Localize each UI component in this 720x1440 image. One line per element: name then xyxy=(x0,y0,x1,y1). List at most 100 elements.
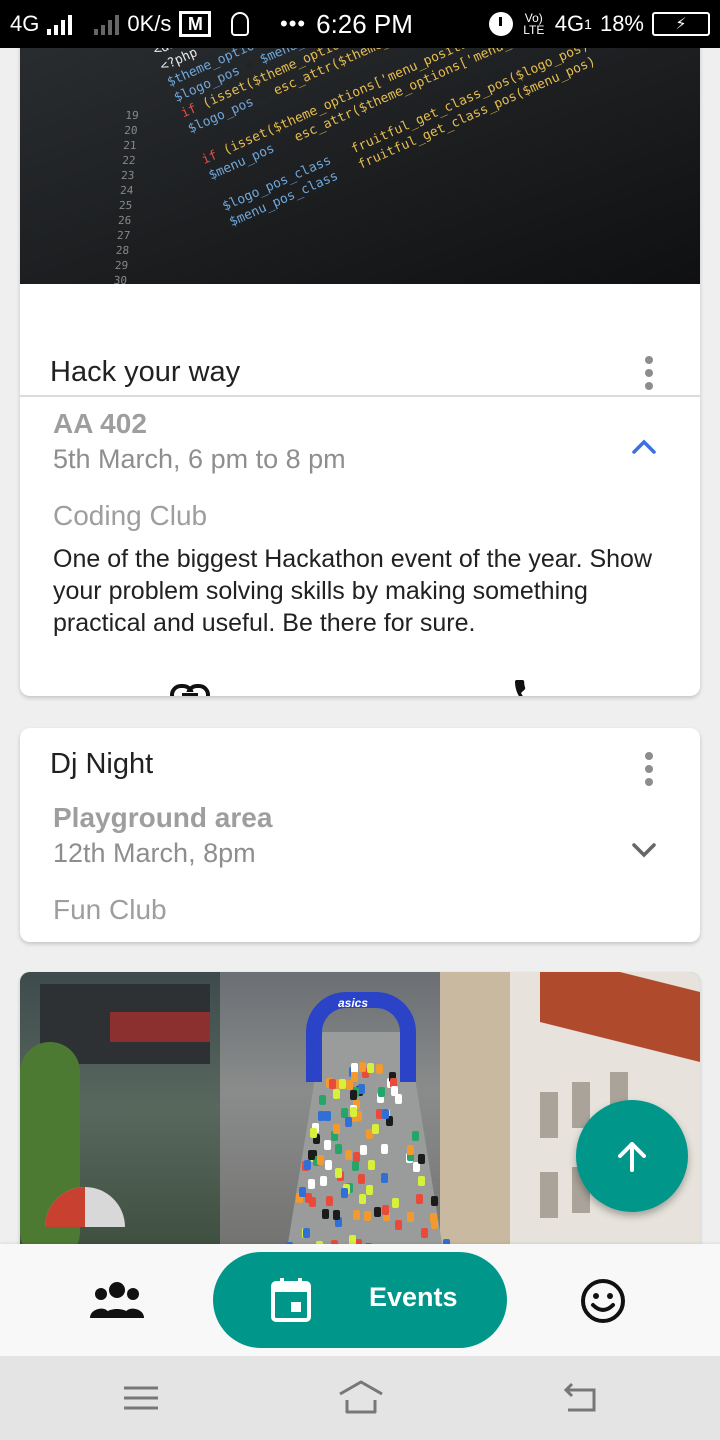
runner-figure xyxy=(380,1172,388,1183)
runner-figure xyxy=(317,1154,325,1165)
network-type-right: 4G xyxy=(554,11,585,36)
runner-figure xyxy=(381,1144,389,1155)
smiley-icon[interactable] xyxy=(580,1278,626,1324)
runner-figure xyxy=(371,1123,379,1134)
runner-figure xyxy=(382,1108,390,1119)
runner-figure xyxy=(430,1212,438,1223)
runner-figure xyxy=(382,1205,390,1216)
runner-figure xyxy=(358,1174,366,1185)
runner-figure xyxy=(333,1123,341,1134)
bulb-icon xyxy=(231,12,250,36)
runner-figure xyxy=(417,1176,425,1187)
alarm-icon xyxy=(488,12,513,36)
event-datetime: 5th March, 6 pm to 8 pm xyxy=(53,444,346,474)
runner-figure xyxy=(350,1090,358,1101)
runner-figure xyxy=(406,1212,414,1223)
runner-figure xyxy=(308,1197,316,1208)
runner-figure xyxy=(308,1150,316,1161)
runner-figure xyxy=(364,1210,372,1221)
runner-figure xyxy=(377,1087,385,1098)
more-vert-icon[interactable] xyxy=(642,752,656,786)
link-icon[interactable] xyxy=(169,683,211,696)
system-navigation-bar xyxy=(0,1356,720,1440)
chevron-up-icon[interactable] xyxy=(629,432,659,462)
bottom-navigation: Events xyxy=(0,1244,720,1356)
event-cover-image: 192021222324252627282930313233 <?php wp_… xyxy=(20,48,700,284)
runner-figure xyxy=(358,1083,366,1094)
runner-figure xyxy=(323,1139,331,1150)
nav-events-label: Events xyxy=(369,1282,458,1312)
event-card[interactable]: asics xyxy=(20,972,700,1244)
status-bar: 4G 0K/s M ••• 6:26 PM Vo) LTE 4G 1 18% ⚡ xyxy=(0,0,720,48)
event-club: Coding Club xyxy=(53,500,208,531)
chevron-down-icon[interactable] xyxy=(629,835,659,865)
runner-figure xyxy=(420,1228,428,1239)
code-line-numbers: 192021222324252627282930313233 xyxy=(113,109,140,284)
runner-figure xyxy=(359,1062,367,1073)
runner-figure xyxy=(359,1145,367,1156)
network-speed: 0K/s xyxy=(127,11,172,36)
runner-figure xyxy=(358,1194,366,1205)
phone-icon[interactable] xyxy=(510,675,550,696)
home-icon[interactable] xyxy=(336,1376,386,1420)
runner-figure xyxy=(352,1210,360,1221)
runner-figure xyxy=(320,1175,328,1186)
sim-indicator: 1 xyxy=(584,16,592,32)
runner-figure xyxy=(352,1152,360,1163)
event-description: One of the biggest Hackathon event of th… xyxy=(53,545,652,637)
runner-figure xyxy=(417,1153,425,1164)
battery-charging-icon: ⚡ xyxy=(652,12,710,36)
scroll-to-top-button[interactable] xyxy=(576,1100,688,1212)
runner-figure xyxy=(309,1128,317,1139)
more-vert-icon[interactable] xyxy=(642,356,656,390)
runner-figure xyxy=(340,1188,348,1199)
signal-weak-icon xyxy=(94,13,120,35)
arrow-up-icon xyxy=(618,1142,646,1172)
runner-figure xyxy=(352,1161,360,1172)
runner-figure xyxy=(304,1159,312,1170)
event-card[interactable]: Dj Night Playground area 12th March, 8pm… xyxy=(20,728,700,942)
runner-figure xyxy=(406,1145,414,1156)
battery-percent: 18% xyxy=(599,11,644,36)
menu-icon[interactable] xyxy=(118,1376,164,1420)
card-divider xyxy=(20,395,700,397)
runner-figure xyxy=(345,1117,353,1128)
runner-figure xyxy=(324,1111,332,1122)
people-icon[interactable] xyxy=(90,1280,144,1320)
runner-figure xyxy=(365,1184,373,1195)
event-venue: Playground area xyxy=(53,802,273,833)
runner-figure xyxy=(307,1179,315,1190)
events-list[interactable]: 192021222324252627282930313233 <?php wp_… xyxy=(0,48,720,1244)
runner-figure xyxy=(334,1144,342,1155)
event-cover-image: asics xyxy=(20,972,700,1244)
runner-figure xyxy=(367,1062,375,1073)
runner-figure xyxy=(395,1220,403,1231)
runner-figure xyxy=(333,1209,341,1220)
runner-figure xyxy=(394,1093,402,1104)
event-title: Dj Night xyxy=(50,748,154,780)
runner-figure xyxy=(345,1149,353,1160)
runner-figure xyxy=(374,1206,382,1217)
back-icon[interactable] xyxy=(558,1376,604,1420)
runner-figure xyxy=(318,1095,326,1106)
runner-figure xyxy=(326,1196,334,1207)
runner-figure xyxy=(333,1089,341,1100)
runner-figure xyxy=(416,1194,424,1205)
event-venue: AA 402 xyxy=(53,408,147,439)
runner-figure xyxy=(299,1186,307,1197)
runner-figure xyxy=(392,1198,400,1209)
nav-events-button[interactable]: Events xyxy=(213,1252,507,1348)
runner-figure xyxy=(325,1160,333,1171)
runner-figure xyxy=(349,1106,357,1117)
runner-figure xyxy=(430,1196,438,1207)
event-datetime: 12th March, 8pm xyxy=(53,838,256,868)
runner-figure xyxy=(349,1234,357,1244)
runner-figure xyxy=(335,1167,343,1178)
event-club: Fun Club xyxy=(53,894,167,925)
runner-figure xyxy=(411,1131,419,1142)
runner-figure xyxy=(303,1228,311,1239)
volte-indicator: Vo) LTE xyxy=(523,11,545,37)
event-card[interactable]: 192021222324252627282930313233 <?php wp_… xyxy=(20,48,700,696)
runner-figure xyxy=(345,1079,353,1090)
mail-icon: M xyxy=(179,11,212,37)
